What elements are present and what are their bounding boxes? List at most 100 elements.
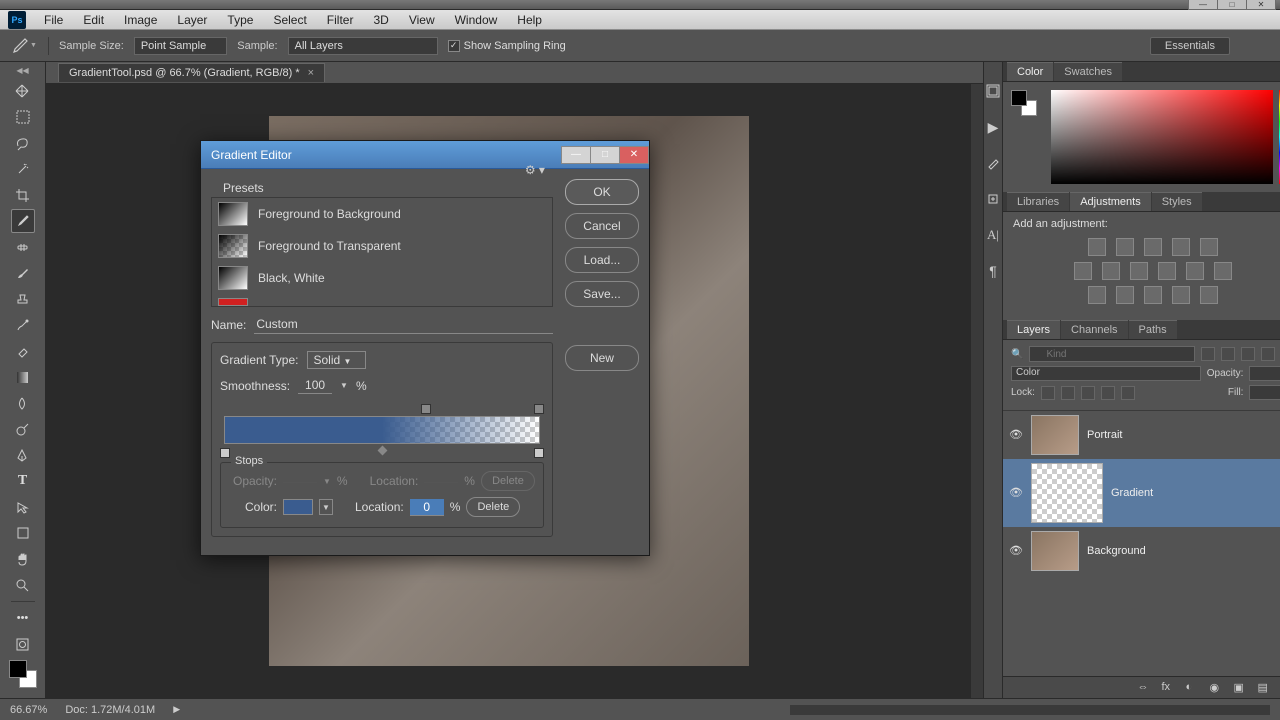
blend-mode-select[interactable]: Color — [1011, 366, 1201, 381]
delete-color-stop-button[interactable]: Delete — [466, 497, 520, 517]
menu-filter[interactable]: Filter — [317, 11, 364, 29]
menu-layer[interactable]: Layer — [167, 11, 217, 29]
filter-shape-icon[interactable] — [1261, 347, 1275, 361]
minimize-button[interactable]: — — [1188, 0, 1218, 10]
maximize-button[interactable]: □ — [1217, 0, 1247, 10]
adj-exposure-icon[interactable] — [1172, 238, 1190, 256]
load-button[interactable]: Load... — [565, 247, 639, 273]
tab-swatches[interactable]: Swatches — [1054, 62, 1122, 81]
quick-mask-icon[interactable] — [11, 632, 35, 656]
document-tab[interactable]: GradientTool.psd @ 66.7% (Gradient, RGB/… — [58, 63, 325, 82]
color-stop[interactable] — [534, 448, 544, 458]
opacity-stop[interactable] — [534, 404, 544, 414]
crop-tool-icon[interactable] — [11, 183, 35, 207]
vertical-scrollbar[interactable] — [971, 84, 983, 698]
adj-colorbalance-icon[interactable] — [1102, 262, 1120, 280]
layer-row[interactable]: 👁Background🔒 — [1003, 527, 1280, 575]
magic-wand-tool-icon[interactable] — [11, 157, 35, 181]
lock-pixels-icon[interactable] — [1061, 386, 1075, 400]
dialog-minimize-button[interactable]: — — [561, 146, 591, 164]
smoothness-field[interactable]: 100 — [298, 377, 332, 394]
character-panel-icon[interactable]: A| — [984, 226, 1002, 244]
filter-image-icon[interactable] — [1201, 347, 1215, 361]
menu-view[interactable]: View — [399, 11, 445, 29]
doc-info-status[interactable]: Doc: 1.72M/4.01M — [65, 704, 155, 716]
adjustment-layer-icon[interactable]: ◉ — [1209, 681, 1223, 695]
visibility-icon[interactable]: 👁 — [1009, 428, 1023, 442]
eyedropper-icon[interactable]: ▼ — [10, 36, 38, 56]
adj-channelmixer-icon[interactable] — [1186, 262, 1204, 280]
history-brush-icon[interactable] — [11, 313, 35, 337]
blur-tool-icon[interactable] — [11, 391, 35, 415]
horizontal-scrollbar[interactable] — [790, 705, 1270, 715]
visibility-icon[interactable]: 👁 — [1009, 486, 1023, 500]
color-stop[interactable] — [220, 448, 230, 458]
adj-gradientmap-icon[interactable] — [1172, 286, 1190, 304]
workspace-button[interactable]: Essentials — [1150, 37, 1230, 55]
adj-threshold-icon[interactable] — [1144, 286, 1162, 304]
brush-tool-icon[interactable] — [11, 261, 35, 285]
dialog-close-button[interactable]: ✕ — [619, 146, 649, 164]
adj-posterize-icon[interactable] — [1116, 286, 1134, 304]
zoom-status[interactable]: 66.67% — [10, 704, 47, 716]
new-button[interactable]: New — [565, 345, 639, 371]
brush-panel-icon[interactable] — [984, 154, 1002, 172]
fill-field[interactable] — [1249, 385, 1280, 400]
sample-size-select[interactable]: Point Sample — [134, 37, 227, 55]
lock-position-icon[interactable] — [1081, 386, 1095, 400]
gradient-ramp[interactable] — [220, 402, 544, 458]
adj-photofilter-icon[interactable] — [1158, 262, 1176, 280]
fgbg-color-picker[interactable] — [9, 660, 37, 688]
adj-hue-icon[interactable] — [1074, 262, 1092, 280]
tab-color[interactable]: Color — [1007, 62, 1053, 81]
move-tool-icon[interactable] — [11, 79, 35, 103]
dialog-maximize-button[interactable]: □ — [590, 146, 620, 164]
dodge-tool-icon[interactable] — [11, 417, 35, 441]
dialog-titlebar[interactable]: Gradient Editor — □ ✕ — [201, 141, 649, 169]
adj-brightness-icon[interactable] — [1088, 238, 1106, 256]
history-panel-icon[interactable] — [984, 82, 1002, 100]
layer-filter-input[interactable] — [1029, 346, 1195, 362]
link-layers-icon[interactable]: ⇔ — [1137, 681, 1151, 695]
layer-row[interactable]: 👁Portrait — [1003, 411, 1280, 459]
midpoint-diamond[interactable] — [377, 446, 387, 456]
pen-tool-icon[interactable] — [11, 443, 35, 467]
mask-icon[interactable]: ◐ — [1185, 681, 1199, 695]
filter-type-icon[interactable] — [1241, 347, 1255, 361]
toolbar-collapse-icon[interactable]: ◀◀ — [16, 66, 28, 75]
hand-tool-icon[interactable] — [11, 547, 35, 571]
preset-row[interactable]: Foreground to Transparent — [212, 230, 552, 262]
show-sampling-ring-checkbox[interactable]: ✓ Show Sampling Ring — [448, 40, 566, 52]
play-icon[interactable]: ▶ — [984, 118, 1002, 136]
close-tab-icon[interactable]: × — [308, 67, 314, 79]
lasso-tool-icon[interactable] — [11, 131, 35, 155]
menu-3d[interactable]: 3D — [363, 11, 398, 29]
layer-row[interactable]: 👁Gradient — [1003, 459, 1280, 527]
gradient-name-input[interactable] — [254, 315, 553, 334]
menu-select[interactable]: Select — [263, 11, 316, 29]
cancel-button[interactable]: Cancel — [565, 213, 639, 239]
zoom-tool-icon[interactable] — [11, 573, 35, 597]
tab-libraries[interactable]: Libraries — [1007, 192, 1069, 211]
stop-location-field-2[interactable]: 0 — [410, 499, 444, 516]
opacity-stop[interactable] — [421, 404, 431, 414]
menu-edit[interactable]: Edit — [73, 11, 114, 29]
presets-gear-icon[interactable]: ⚙ ▾ — [525, 163, 545, 177]
clone-source-icon[interactable] — [984, 190, 1002, 208]
tab-paths[interactable]: Paths — [1129, 320, 1177, 339]
adj-vibrance-icon[interactable] — [1200, 238, 1218, 256]
lock-transparency-icon[interactable] — [1041, 386, 1055, 400]
tab-styles[interactable]: Styles — [1152, 192, 1202, 211]
menu-file[interactable]: File — [34, 11, 73, 29]
paragraph-panel-icon[interactable]: ¶ — [984, 262, 1002, 280]
lock-artboard-icon[interactable] — [1101, 386, 1115, 400]
new-layer-icon[interactable]: ▤ — [1257, 681, 1271, 695]
adj-bw-icon[interactable] — [1130, 262, 1148, 280]
adj-invert-icon[interactable] — [1088, 286, 1106, 304]
filter-adj-icon[interactable] — [1221, 347, 1235, 361]
type-tool-icon[interactable]: T — [11, 469, 35, 493]
tab-channels[interactable]: Channels — [1061, 320, 1127, 339]
color-swatch-button[interactable] — [283, 499, 313, 515]
shape-tool-icon[interactable] — [11, 521, 35, 545]
gradient-tool-icon[interactable] — [11, 365, 35, 389]
